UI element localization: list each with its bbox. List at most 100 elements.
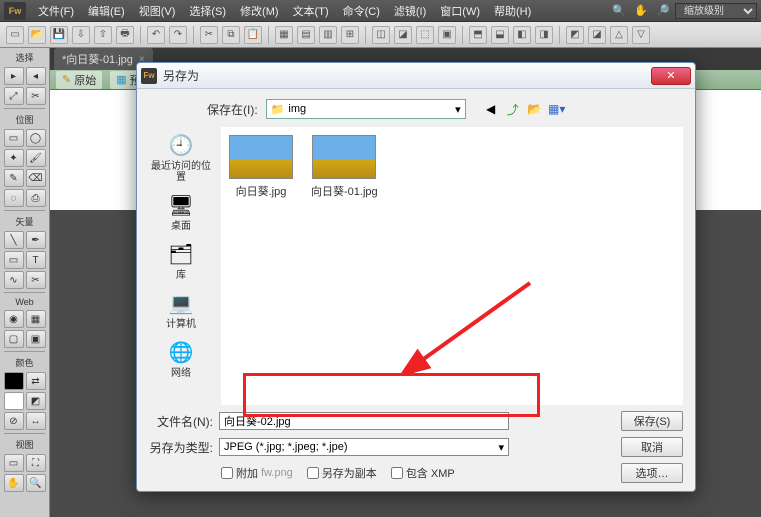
menu-help[interactable]: 帮助(H) (488, 1, 537, 21)
tool-pointer[interactable]: ▸ (4, 67, 24, 85)
menu-window[interactable]: 窗口(W) (434, 1, 486, 21)
tb-save[interactable]: 💾 (50, 26, 68, 44)
tb-copy[interactable]: ⧉ (222, 26, 240, 44)
tool-line[interactable]: ╲ (4, 231, 24, 249)
hand-icon[interactable]: ✋ (631, 2, 651, 20)
filename-input[interactable] (219, 412, 509, 430)
tb-i5[interactable]: ◫ (372, 26, 390, 44)
tool-zoom[interactable]: 🔍 (26, 474, 46, 492)
filetype-label: 另存为类型: (149, 439, 213, 456)
tb-i2[interactable]: ▤ (297, 26, 315, 44)
tb-i7[interactable]: ⬚ (416, 26, 434, 44)
tool-hand[interactable]: ✋ (4, 474, 24, 492)
tool-hide[interactable]: ▢ (4, 330, 24, 348)
include-xmp-checkbox[interactable]: 包含 XMP (391, 465, 455, 481)
place-network[interactable]: 🌐网络 (147, 336, 215, 381)
tool-freeform[interactable]: ∿ (4, 271, 24, 289)
menu-view[interactable]: 视图(V) (133, 1, 182, 21)
dialog-icon: Fw (141, 68, 157, 84)
dialog-close-button[interactable]: ✕ (651, 67, 691, 85)
tool-eraser[interactable]: ⌫ (26, 169, 46, 187)
tb-print[interactable]: 🖶 (116, 26, 134, 44)
place-recent[interactable]: 🕘最近访问的位置 (147, 129, 215, 185)
place-libraries[interactable]: 🗂库 (147, 238, 215, 283)
tool-default[interactable]: ◩ (26, 392, 46, 410)
tool-subselect[interactable]: ◂ (26, 67, 46, 85)
file-item[interactable]: 向日葵-01.jpg (311, 135, 378, 199)
tool-crop[interactable]: ✂ (26, 87, 46, 105)
tool-slice[interactable]: ▦ (26, 310, 46, 328)
tb-i16[interactable]: ▽ (632, 26, 650, 44)
save-copy-checkbox[interactable]: 另存为副本 (307, 465, 377, 481)
menu-file[interactable]: 文件(F) (32, 1, 80, 21)
tool-stroke-color[interactable] (4, 372, 24, 390)
tb-cut[interactable]: ✂ (200, 26, 218, 44)
tool-stamp[interactable]: ⎙ (26, 189, 46, 207)
menu-edit[interactable]: 编辑(E) (82, 1, 131, 21)
folder-dropdown[interactable]: 📁 img ▾ (266, 99, 466, 119)
tb-new[interactable]: ▭ (6, 26, 24, 44)
tb-export[interactable]: ⇧ (94, 26, 112, 44)
nav-back-icon[interactable]: ◀ (482, 100, 500, 118)
tb-open[interactable]: 📂 (28, 26, 46, 44)
tb-i13[interactable]: ◩ (566, 26, 584, 44)
tool-knife[interactable]: ✂ (26, 271, 46, 289)
tool-fill-color[interactable] (4, 392, 24, 410)
options-button[interactable]: 选项… (621, 463, 683, 483)
tool-brush[interactable]: 🖌 (26, 149, 46, 167)
tb-i8[interactable]: ▣ (438, 26, 456, 44)
workspace-dropdown[interactable]: 缩放级别 (675, 3, 757, 19)
file-list[interactable]: 向日葵.jpg 向日葵-01.jpg (221, 127, 683, 405)
tool-show[interactable]: ▣ (26, 330, 46, 348)
tb-i10[interactable]: ⬓ (491, 26, 509, 44)
tb-redo[interactable]: ↷ (169, 26, 187, 44)
tb-i1[interactable]: ▦ (275, 26, 293, 44)
zoom-icon[interactable]: 🔎 (653, 2, 673, 20)
tb-i15[interactable]: △ (610, 26, 628, 44)
tb-i11[interactable]: ◧ (513, 26, 531, 44)
tb-i12[interactable]: ◨ (535, 26, 553, 44)
tool-view-normal[interactable]: ▭ (4, 454, 24, 472)
file-label: 向日葵.jpg (236, 183, 287, 199)
tb-undo[interactable]: ↶ (147, 26, 165, 44)
tool-scale[interactable]: ⤢ (4, 87, 24, 105)
tool-marquee[interactable]: ▭ (4, 129, 24, 147)
menu-commands[interactable]: 命令(C) (337, 1, 386, 21)
menu-text[interactable]: 文本(T) (287, 1, 335, 21)
tb-i3[interactable]: ▥ (319, 26, 337, 44)
tool-nocolor[interactable]: ⊘ (4, 412, 24, 430)
file-item[interactable]: 向日葵.jpg (229, 135, 293, 199)
tool-text[interactable]: T (26, 251, 46, 269)
save-button[interactable]: 保存(S) (621, 411, 683, 431)
save-as-dialog: Fw 另存为 ✕ 保存在(I): 📁 img ▾ ◀ ⤴ 📂 ▦▾ 🕘最近访问的… (136, 62, 696, 492)
tb-import[interactable]: ⇩ (72, 26, 90, 44)
tool-wand[interactable]: ✦ (4, 149, 24, 167)
place-computer[interactable]: 💻计算机 (147, 287, 215, 332)
tool-lasso[interactable]: ◯ (26, 129, 46, 147)
place-desktop[interactable]: 🖥桌面 (147, 189, 215, 234)
nav-views-icon[interactable]: ▦▾ (548, 100, 566, 118)
tool-rect[interactable]: ▭ (4, 251, 24, 269)
nav-up-icon[interactable]: ⤴ (504, 100, 522, 118)
tool-pen[interactable]: ✒ (26, 231, 46, 249)
cancel-button[interactable]: 取消 (621, 437, 683, 457)
menu-filters[interactable]: 滤镜(I) (388, 1, 432, 21)
tb-i4[interactable]: ⊞ (341, 26, 359, 44)
tb-i6[interactable]: ◪ (394, 26, 412, 44)
menu-modify[interactable]: 修改(M) (234, 1, 285, 21)
tool-view-full[interactable]: ⛶ (26, 454, 46, 472)
attach-checkbox[interactable]: 附加 fw.png (221, 465, 293, 481)
filetype-dropdown[interactable]: JPEG (*.jpg; *.jpeg; *.jpe)▾ (219, 438, 509, 456)
tool-hotspot[interactable]: ◉ (4, 310, 24, 328)
tb-paste[interactable]: 📋 (244, 26, 262, 44)
tb-i14[interactable]: ◪ (588, 26, 606, 44)
tool-pencil[interactable]: ✎ (4, 169, 24, 187)
tool-swap2[interactable]: ↔ (26, 412, 46, 430)
tool-swap[interactable]: ⇄ (26, 372, 46, 390)
nav-newfolder-icon[interactable]: 📂 (526, 100, 544, 118)
tool-blur[interactable]: ◌ (4, 189, 24, 207)
tb-i9[interactable]: ⬒ (469, 26, 487, 44)
search-icon[interactable]: 🔍 (609, 2, 629, 20)
menu-select[interactable]: 选择(S) (183, 1, 232, 21)
subbar-original[interactable]: ✎原始 (56, 71, 102, 89)
